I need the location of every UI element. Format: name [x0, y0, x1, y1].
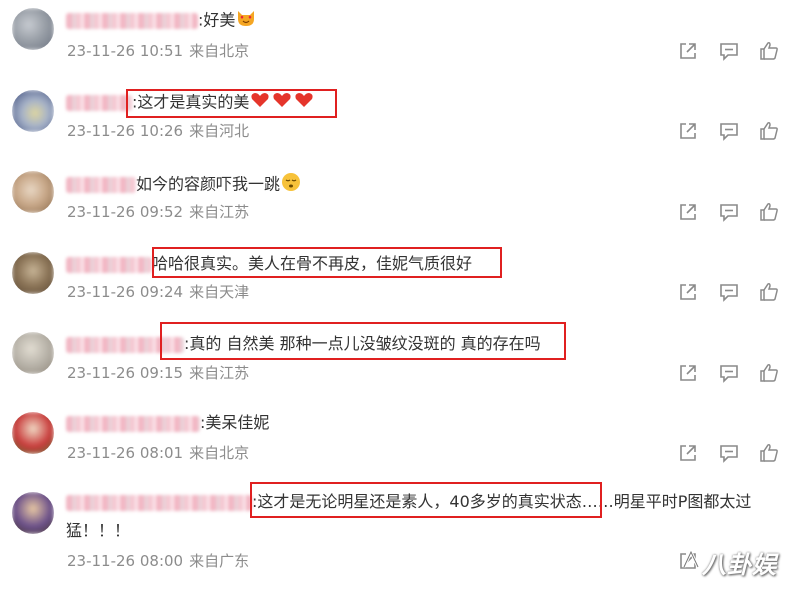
- username-blurred[interactable]: [66, 13, 198, 29]
- highlight-box: [126, 89, 337, 118]
- thumbs-up-icon[interactable]: [758, 40, 780, 62]
- comment-location: 来自北京: [189, 42, 250, 60]
- comment-date: 23-11-26 09:52: [67, 203, 184, 221]
- share-icon[interactable]: [677, 362, 699, 384]
- comment-icon[interactable]: [718, 362, 740, 384]
- username-blurred[interactable]: [66, 494, 252, 511]
- thumbs-up-icon[interactable]: [758, 442, 780, 464]
- comment-text: 美呆佳妮: [205, 413, 270, 432]
- share-icon[interactable]: [677, 442, 699, 464]
- thumbs-up-icon[interactable]: [758, 362, 780, 384]
- avatar[interactable]: [12, 90, 54, 132]
- comment-date: 23-11-26 09:24: [67, 283, 184, 301]
- comment-date: 23-11-26 09:15: [67, 364, 184, 382]
- comment-actions: [674, 201, 784, 223]
- avatar[interactable]: [12, 8, 54, 50]
- username-blurred[interactable]: [66, 415, 200, 432]
- watermark-logo-icon: [680, 548, 702, 577]
- share-icon[interactable]: [677, 281, 699, 303]
- thumbs-up-icon[interactable]: [758, 120, 780, 142]
- comment-location: 来自广东: [189, 552, 250, 570]
- comment-text-line: 如今的容颜吓我一跳: [66, 172, 301, 198]
- watermark-text: 八卦娱: [702, 551, 777, 579]
- comment-text-line-2: 猛！！！: [66, 520, 130, 542]
- comment-meta: 23-11-26 08:00 来自广东: [67, 551, 255, 571]
- thumbs-up-icon[interactable]: [758, 201, 780, 223]
- comment-meta: 23-11-26 10:51 来自北京: [67, 41, 255, 61]
- comment-actions: [674, 120, 784, 142]
- comment-text-line: :好美: [66, 9, 256, 33]
- share-icon[interactable]: [677, 40, 699, 62]
- comment-icon[interactable]: [718, 281, 740, 303]
- comment-icon[interactable]: [718, 442, 740, 464]
- avatar[interactable]: [12, 252, 54, 294]
- avatar[interactable]: [12, 332, 54, 374]
- comment-location: 来自天津: [189, 283, 250, 301]
- comment-location: 来自河北: [189, 122, 250, 140]
- sleepy-face-icon: [281, 172, 301, 198]
- highlight-box: [152, 247, 502, 278]
- comment-text-line: :美呆佳妮: [66, 412, 269, 434]
- avatar[interactable]: [12, 412, 54, 454]
- comment-actions: [674, 442, 784, 464]
- comment-date: 23-11-26 10:26: [67, 122, 184, 140]
- comment-text: 如今的容颜吓我一跳: [136, 174, 281, 194]
- comment-location: 来自北京: [189, 444, 250, 462]
- comment-date: 23-11-26 08:00: [67, 552, 184, 570]
- share-icon[interactable]: [677, 120, 699, 142]
- comment-meta: 23-11-26 09:24 来自天津: [67, 282, 255, 302]
- username-blurred[interactable]: [66, 256, 152, 273]
- comment-actions: [674, 362, 784, 384]
- comment-meta: 23-11-26 08:01 来自北京: [67, 443, 255, 463]
- comment-icon[interactable]: [718, 120, 740, 142]
- comment-meta: 23-11-26 10:26 来自河北: [67, 121, 255, 141]
- avatar[interactable]: [12, 171, 54, 213]
- highlight-box: [250, 482, 602, 518]
- comment-date: 23-11-26 10:51: [67, 42, 184, 60]
- thumbs-up-icon[interactable]: [758, 281, 780, 303]
- heart-eyes-cat-icon: [236, 9, 256, 33]
- avatar[interactable]: [12, 492, 54, 534]
- comment-icon[interactable]: [718, 40, 740, 62]
- comment-location: 来自江苏: [189, 364, 250, 382]
- username-blurred[interactable]: [66, 95, 132, 111]
- highlight-box: [160, 322, 566, 360]
- username-blurred[interactable]: [66, 177, 136, 193]
- comment-actions: [674, 40, 784, 62]
- watermark: 八卦娱: [680, 541, 790, 581]
- comment-icon[interactable]: [718, 201, 740, 223]
- comment-text: 好美: [203, 10, 236, 30]
- comment-text-continued: 猛！！！: [66, 521, 131, 540]
- comment-meta: 23-11-26 09:52 来自江苏: [67, 202, 255, 222]
- comment-location: 来自江苏: [189, 203, 250, 221]
- comment-actions: [674, 281, 784, 303]
- share-icon[interactable]: [677, 201, 699, 223]
- comment-date: 23-11-26 08:01: [67, 444, 184, 462]
- comment-meta: 23-11-26 09:15 来自江苏: [67, 363, 255, 383]
